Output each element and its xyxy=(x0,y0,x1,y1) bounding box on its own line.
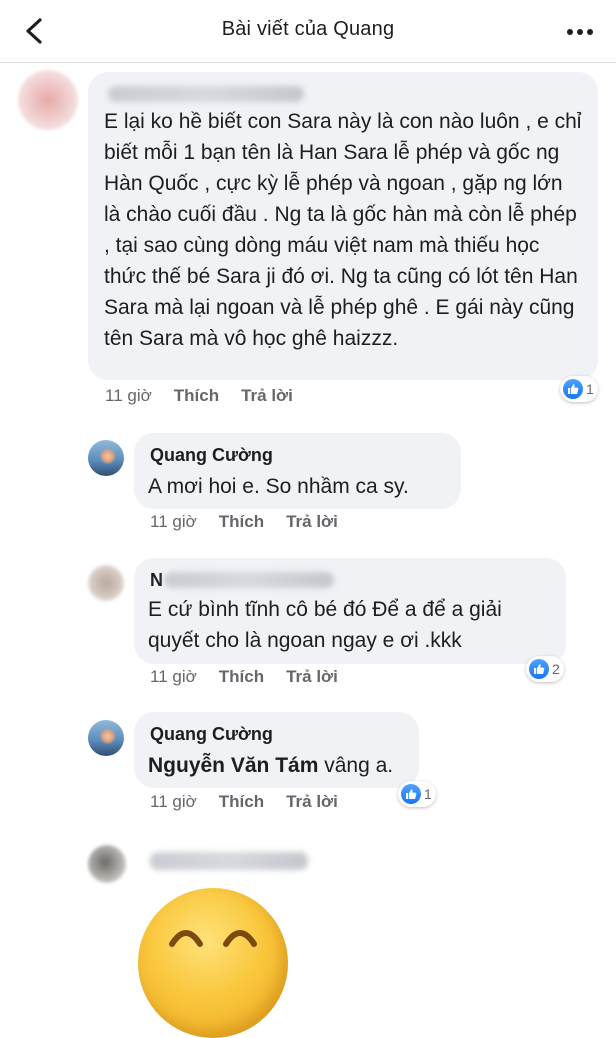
avatar[interactable] xyxy=(88,720,124,756)
comment-meta: 11 giờ Thích Trả lời xyxy=(150,792,360,812)
page-title: Bài viết của Quang xyxy=(221,18,395,40)
comment-time: 11 giờ xyxy=(150,667,197,686)
avatar[interactable] xyxy=(88,440,124,476)
author-name-blurred[interactable] xyxy=(150,852,308,870)
comment-text-body: vâng a. xyxy=(318,754,394,777)
comment-bubble: E lại ko hề biết con Sara này là con nào… xyxy=(88,72,598,380)
reply-button[interactable]: Trả lời xyxy=(286,512,338,531)
comment-bubble: N E cứ bình tĩnh cô bé đó Để a để a giải… xyxy=(134,558,566,664)
reply-button[interactable]: Trả lời xyxy=(286,667,338,686)
like-button[interactable]: Thích xyxy=(219,512,264,531)
reaction-count-number: 2 xyxy=(552,661,560,677)
comment-author[interactable]: N xyxy=(150,570,163,591)
reaction-count[interactable]: 1 xyxy=(398,781,436,807)
reaction-count[interactable]: 2 xyxy=(526,656,564,682)
comment-text: E cứ bình tĩnh cô bé đó Để a để a giải q… xyxy=(148,598,502,652)
comment-text: Nguyễn Văn Tám vâng a. xyxy=(148,750,418,781)
like-icon xyxy=(563,379,583,399)
avatar[interactable] xyxy=(18,70,78,130)
top-bar: Bài viết của Quang xyxy=(0,0,616,63)
author-name-blurred[interactable] xyxy=(164,572,334,588)
like-button[interactable]: Thích xyxy=(219,667,264,686)
like-button[interactable]: Thích xyxy=(219,792,264,811)
comment-time: 11 giờ xyxy=(150,512,197,531)
laughing-face-sticker xyxy=(138,888,288,1038)
mention-link[interactable]: Nguyễn Văn Tám xyxy=(148,754,318,777)
comment-meta: 11 giờ Thích Trả lời xyxy=(150,512,360,532)
comment-bubble: Quang Cường Nguyễn Văn Tám vâng a. xyxy=(134,712,419,788)
comment-author[interactable]: Quang Cường xyxy=(150,724,273,745)
comment-meta: 11 giờ Thích Trả lời xyxy=(105,386,315,406)
like-button[interactable]: Thích xyxy=(174,386,219,405)
like-icon xyxy=(529,659,549,679)
reaction-count-number: 1 xyxy=(424,786,432,802)
comment-author[interactable]: Quang Cường xyxy=(150,445,273,466)
comment-meta: 11 giờ Thích Trả lời xyxy=(150,667,360,687)
comment-time: 11 giờ xyxy=(150,792,197,811)
reaction-count-number: 1 xyxy=(586,381,594,397)
like-icon xyxy=(401,784,421,804)
comment-text: E lại ko hề biết con Sara này là con nào… xyxy=(104,110,582,350)
reply-button[interactable]: Trả lời xyxy=(286,792,338,811)
comment-time: 11 giờ xyxy=(105,386,152,405)
more-horizontal-icon[interactable] xyxy=(566,28,594,36)
comment-text: A mơi hoi e. So nhầm ca sy. xyxy=(148,475,409,498)
reaction-count[interactable]: 1 xyxy=(560,376,598,402)
avatar[interactable] xyxy=(88,845,126,883)
author-name-blurred[interactable] xyxy=(108,86,304,102)
comment-bubble: Quang Cường A mơi hoi e. So nhầm ca sy. xyxy=(134,433,461,509)
reply-button[interactable]: Trả lời xyxy=(241,386,293,405)
avatar[interactable] xyxy=(88,565,124,601)
